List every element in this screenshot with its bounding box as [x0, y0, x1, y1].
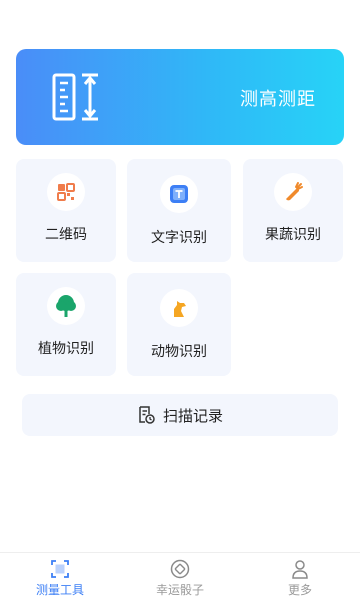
scan-frame-icon — [51, 560, 69, 578]
tab-label: 测量工具 — [35, 583, 84, 597]
text-recognition-icon — [160, 175, 198, 213]
measure-height-banner[interactable]: 测高测距 — [16, 49, 344, 145]
tool-label: 果蔬识别 — [265, 227, 321, 243]
tool-animal-recognition[interactable]: 动物识别 — [127, 273, 231, 376]
scan-history-label: 扫描记录 — [162, 406, 223, 425]
tool-label: 植物识别 — [38, 341, 94, 357]
tool-plant-recognition[interactable]: 植物识别 — [16, 273, 116, 376]
tool-label: 二维码 — [45, 227, 87, 243]
user-icon — [292, 560, 308, 579]
carrot-icon — [274, 173, 312, 211]
tool-qrcode[interactable]: 二维码 — [16, 159, 116, 262]
tool-text-recognition[interactable]: 文字识别 — [127, 159, 231, 262]
tab-label: 更多 — [287, 583, 312, 597]
tool-label: 动物识别 — [151, 344, 207, 360]
tab-label: 幸运骰子 — [155, 583, 204, 597]
tool-fruit-veg-recognition[interactable]: 果蔬识别 — [243, 159, 343, 262]
tab-more[interactable]: 更多 — [240, 559, 360, 599]
dog-icon — [160, 289, 198, 327]
tab-measure-tools[interactable]: 测量工具 — [0, 559, 120, 599]
scan-history-button[interactable]: 扫描记录 — [22, 394, 338, 436]
dice-icon — [170, 559, 190, 579]
history-document-icon — [139, 406, 155, 424]
banner-title: 测高测距 — [240, 89, 316, 110]
tree-icon — [47, 287, 85, 325]
tab-lucky-dice[interactable]: 幸运骰子 — [120, 559, 240, 599]
qrcode-icon — [47, 173, 85, 211]
bottom-tab-bar: 测量工具 幸运骰子 更多 — [0, 552, 360, 600]
tool-label: 文字识别 — [151, 230, 207, 246]
ruler-height-icon — [52, 73, 98, 121]
